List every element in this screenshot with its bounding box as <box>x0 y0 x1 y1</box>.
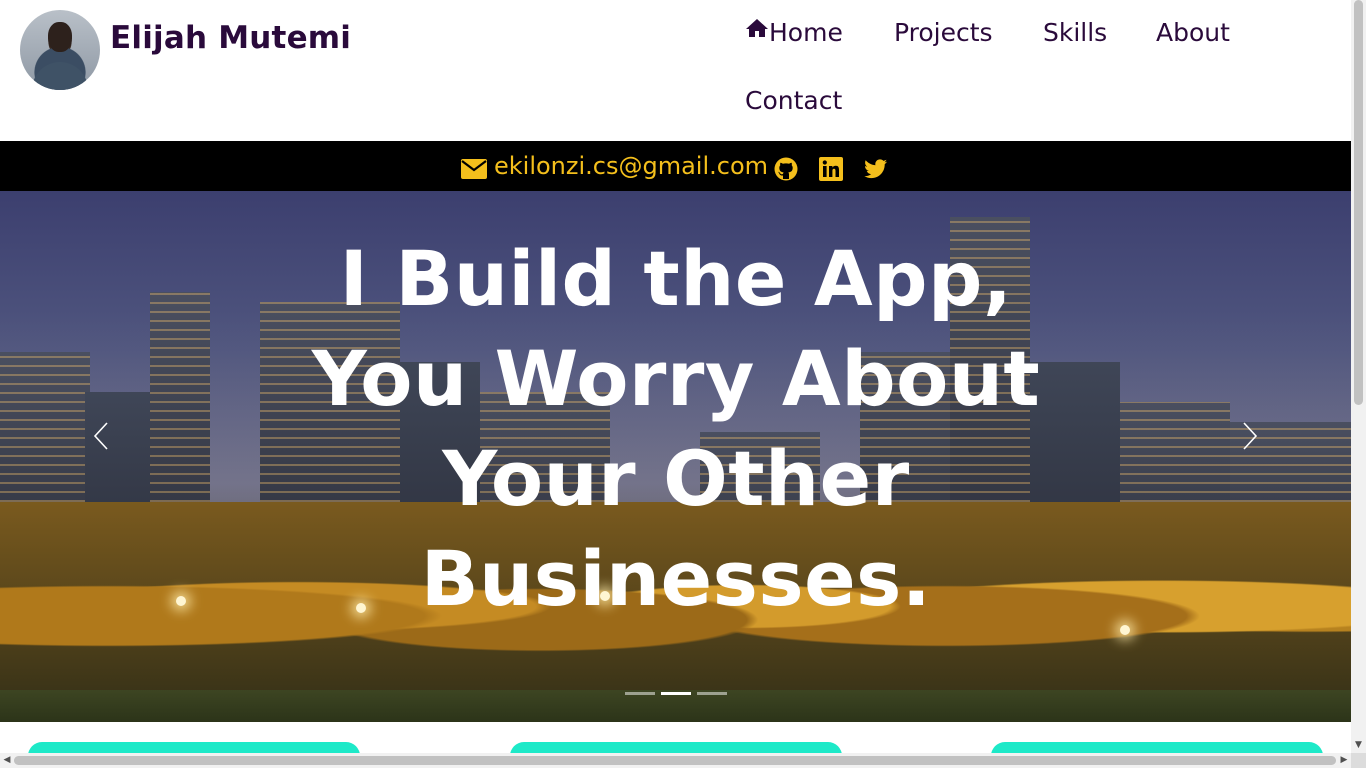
nav-projects[interactable]: Projects <box>894 18 993 47</box>
scrollbar-corner <box>1351 753 1366 768</box>
nav-about[interactable]: About <box>1156 18 1230 47</box>
nav-skills[interactable]: Skills <box>1043 18 1107 47</box>
scroll-right-arrow-icon[interactable]: ▶ <box>1337 753 1351 768</box>
carousel-indicator[interactable] <box>625 692 655 695</box>
home-icon <box>746 19 768 37</box>
horizontal-scrollbar[interactable] <box>0 753 1351 768</box>
service-card[interactable] <box>991 742 1323 753</box>
service-card[interactable] <box>510 742 842 753</box>
page: Elijah Mutemi Home Projects Skills About… <box>0 0 1351 753</box>
nav-home[interactable]: Home <box>745 18 843 47</box>
brand-name[interactable]: Elijah Mutemi <box>110 20 351 56</box>
scroll-down-arrow-icon[interactable]: ▼ <box>1351 737 1366 753</box>
envelope-icon <box>461 159 487 179</box>
avatar-shirt <box>32 62 88 90</box>
avatar <box>20 10 100 90</box>
avatar-head <box>48 22 72 52</box>
scroll-left-arrow-icon[interactable]: ◀ <box>0 753 14 768</box>
carousel-next-chevron-icon[interactable] <box>1238 419 1262 453</box>
nav-contact[interactable]: Contact <box>745 86 842 115</box>
vertical-scrollbar[interactable] <box>1351 0 1366 753</box>
hero-carousel: I Build the App, You Worry About Your Ot… <box>0 191 1351 722</box>
carousel-indicator-active[interactable] <box>661 692 691 695</box>
street-lamp <box>1120 625 1130 635</box>
hero-heading: I Build the App, You Worry About Your Ot… <box>311 234 1041 623</box>
carousel-prev-chevron-icon[interactable] <box>89 419 113 453</box>
contact-bar: ekilonzi.cs@gmail.com <box>0 141 1351 191</box>
nav-home-label: Home <box>769 18 843 47</box>
service-card[interactable] <box>28 742 360 753</box>
email-link[interactable]: ekilonzi.cs@gmail.com <box>494 152 768 180</box>
carousel-indicator[interactable] <box>697 692 727 695</box>
site-header: Elijah Mutemi Home Projects Skills About… <box>0 0 1351 141</box>
vertical-scroll-thumb[interactable] <box>1354 0 1363 405</box>
github-icon[interactable] <box>774 157 798 181</box>
street-lamp <box>176 596 186 606</box>
linkedin-icon[interactable] <box>819 157 843 181</box>
twitter-icon[interactable] <box>864 157 888 181</box>
horizontal-scroll-thumb[interactable] <box>14 756 1336 765</box>
